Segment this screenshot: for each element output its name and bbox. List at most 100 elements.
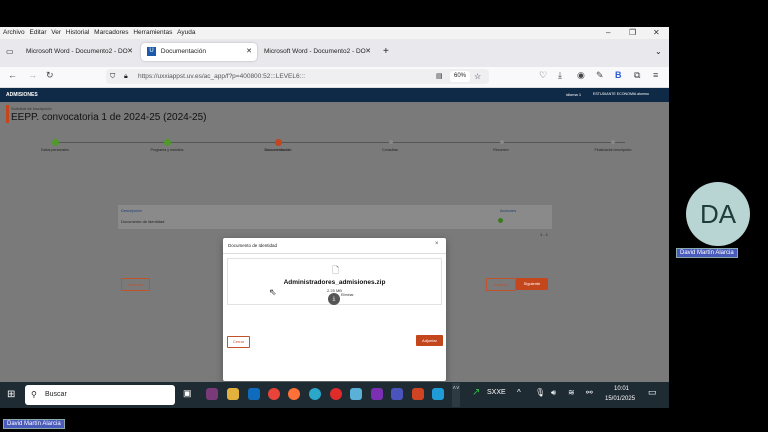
lock-icon: 🔒︎ [124,73,128,80]
app-icon[interactable] [206,388,218,400]
close-window-icon[interactable]: ✕ [653,28,660,37]
file-dropzone[interactable]: 🗋 Administradores_admisiones.zip 2.25 MB… [227,258,442,305]
stock-label[interactable]: SXXE [487,389,506,396]
step-done-icon [52,139,59,146]
step-current-icon [275,139,282,146]
user-menu[interactable]: ESTUDIANTE ECONOMIA alumno [593,92,649,96]
new-tab-icon[interactable]: + [383,46,389,57]
step-label: Consultas [382,148,398,152]
divider [223,253,446,254]
tab-documentacion[interactable]: U Documentación ✕ [141,43,257,61]
edge-icon[interactable] [309,388,321,400]
url-bar[interactable]: ⛉ 🔒︎ https://uxxiappst.uv.es/ac_app/f?p=… [106,69,489,84]
close-tab-icon[interactable]: ✕ [365,43,371,61]
tab-word-2[interactable]: Microsoft Word - Documento2 - DO ✕ [258,43,376,61]
step-done-icon [164,139,171,146]
task-view-icon[interactable]: ▣ [183,388,192,399]
menu-archivo[interactable]: Archivo [3,29,25,36]
cancel-button[interactable]: Cancelar [121,278,150,291]
clock-date[interactable]: 15/01/2025 [605,396,635,402]
powerpoint-icon[interactable] [412,388,424,400]
volume-icon[interactable]: 🔊︎ [551,388,556,398]
clock-time[interactable]: 10:01 [614,386,629,392]
delete-file-icon[interactable]: ⤓ [328,293,340,305]
wifi-icon[interactable]: ≋ [568,388,575,397]
teams-icon[interactable] [391,388,403,400]
page-viewport: ADMISIONES idioma 1 ESTUDIANTE ECONOMIA … [0,88,669,407]
bookmark-star-icon[interactable]: ☆ [474,69,481,84]
firefox-icon[interactable] [288,388,300,400]
reload-icon[interactable]: ↻ [46,70,54,81]
delete-file-label: Eliminar [341,293,354,297]
minimize-icon[interactable]: – [606,28,610,37]
pocket-icon[interactable]: ♡ [539,70,547,81]
language-selector[interactable]: idioma 1 [566,92,581,97]
close-tab-icon[interactable]: ✕ [127,43,133,61]
menu-icon[interactable]: ≡ [653,70,658,80]
close-button[interactable]: Cerrar [227,336,250,348]
presenter-name: David Martín Alarcia [3,419,65,429]
search-icon: ⚲ [31,390,37,399]
windows-start-icon[interactable]: ⊞ [7,389,15,400]
account-icon[interactable]: ◉ [577,70,585,81]
shield-icon[interactable]: ⛉ [110,69,115,84]
pager: 1 - 1 [540,232,549,237]
extensions-icon[interactable]: ⧉ [634,70,640,81]
close-dialog-icon[interactable]: × [435,241,439,247]
maximize-icon[interactable]: ❐ [629,28,636,37]
previous-button[interactable]: Anterior [486,278,516,291]
attach-button[interactable]: Adjuntar [416,335,443,346]
stepper-line [55,142,625,143]
menu-marcadores[interactable]: Marcadores [94,29,128,36]
chevron-up-icon[interactable]: ^ [517,388,521,397]
menu-editar[interactable]: Editar [30,29,47,36]
app-icon[interactable] [371,388,383,400]
app-s-icon[interactable] [432,388,444,400]
url-text[interactable]: https://uxxiappst.uv.es/ac_app/f?p=40080… [138,69,305,84]
extension-b-icon[interactable]: B [615,70,622,80]
tab-bar: ▭ Microsoft Word - Documento2 - DO ✕ U D… [0,39,669,67]
menu-herramientas[interactable]: Herramientas [133,29,172,36]
taskbar-search[interactable]: ⚲ Buscar [25,385,175,405]
page-title: EEPP. convocatoria 1 de 2024-25 (2024-25… [11,112,207,123]
tab-label: Microsoft Word - Documento2 - DO [264,48,366,55]
chevron-down-icon[interactable]: ⌄ [655,47,662,56]
title-accent [6,105,9,123]
chrome-icon[interactable] [268,388,280,400]
step-todo-icon [611,140,615,144]
app-icon[interactable] [350,388,362,400]
tab-word-1[interactable]: Microsoft Word - Documento2 - DO ✕ [20,43,138,61]
forward-icon[interactable]: → [28,70,37,80]
documents-table: Descripción Acciones Documento de identi… [118,205,552,229]
portal-brand[interactable]: ADMISIONES [6,92,38,98]
check-icon[interactable] [498,218,503,223]
notifications-icon[interactable]: ▭ [648,387,657,398]
microphone-icon[interactable]: 🎙︎ [535,388,545,397]
opera-icon[interactable] [330,388,342,400]
close-tab-icon[interactable]: ✕ [246,43,252,61]
breadcrumb[interactable]: Solicitud de inscripción [11,106,52,111]
network-icon[interactable]: ⚯ [586,388,593,397]
file-explorer-icon[interactable] [227,388,239,400]
menu-ver[interactable]: Ver [51,29,61,36]
file-icon: 🗋 [332,265,340,275]
outlook-icon[interactable] [248,388,260,400]
menu-ayuda[interactable]: Ayuda [177,29,195,36]
tab-label: Microsoft Word - Documento2 - DO [26,48,128,55]
zoom-level[interactable]: 60% [450,71,471,82]
search-placeholder: Buscar [45,391,67,398]
menu-historial[interactable]: Historial [66,29,89,36]
file-name: Administradores_admisiones.zip [283,279,386,286]
scroll-arrows-icon[interactable]: ˄˅ [452,383,460,407]
pen-icon[interactable]: ✎ [596,70,604,81]
next-button[interactable]: Siguiente [516,278,548,290]
step-label: Documentación [264,148,292,152]
table-header-actions: Acciones [500,208,517,213]
step-label: Programa y estudios [150,148,184,152]
tab-list-icon[interactable]: ▭ [6,47,14,56]
tab-label: Documentación [160,48,206,55]
back-icon[interactable]: ← [8,70,17,80]
download-icon[interactable]: ⤓ [558,70,562,81]
step-label: Datos personales [41,148,69,152]
reader-view-icon[interactable]: ▤ [436,69,443,84]
